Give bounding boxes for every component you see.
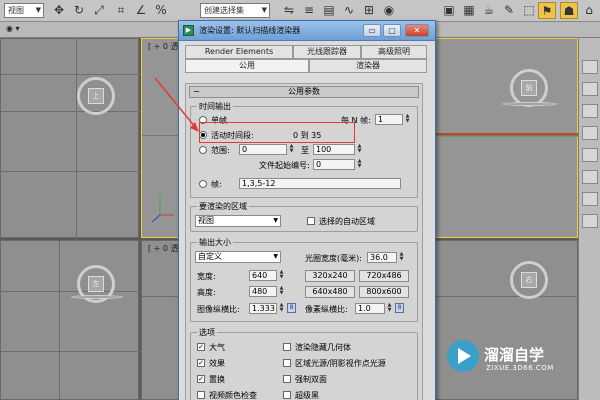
super-black-label: 超级黑 <box>295 391 319 400</box>
tab-renderer[interactable]: 渲染器 <box>309 59 427 73</box>
annotation-highlight-box <box>199 122 355 143</box>
watermark-logo-icon <box>447 340 479 372</box>
range-from-input[interactable]: 0 <box>239 144 287 155</box>
file-start-input[interactable]: 0 <box>313 159 355 170</box>
spinner-icon[interactable]: ▲ ▼ <box>278 270 285 281</box>
output-size-value: 自定义 <box>198 252 222 261</box>
spinner-icon[interactable]: ▲ ▼ <box>356 159 363 170</box>
tab-render-elements[interactable]: Render Elements <box>185 45 293 59</box>
app-icon: ▶ <box>183 25 194 36</box>
watermark-url: ZIXUE.3D66.COM <box>486 364 554 372</box>
area-to-render-value: 视图 <box>198 216 214 225</box>
dialog-title: 渲染设置: 默认扫描线渲染器 <box>199 26 301 35</box>
force-two-sided-label: 强制双面 <box>295 375 327 384</box>
spinner-icon[interactable]: ▲ ▼ <box>278 286 285 297</box>
create-icon[interactable] <box>582 60 598 74</box>
spinner-icon[interactable]: ▲ ▼ <box>356 144 363 155</box>
auto-region-label: 选择的自动区域 <box>319 217 375 226</box>
group-title: 输出大小 <box>197 237 233 248</box>
group-title: 时间输出 <box>197 101 233 112</box>
aperture-label: 光圈宽度(毫米): <box>305 254 362 263</box>
area-to-render-select[interactable]: 视图 ▼ <box>195 215 281 227</box>
spinner-icon[interactable]: ▲ ▼ <box>398 252 405 263</box>
spinner-icon[interactable]: ▲ ▼ <box>278 303 285 314</box>
area-to-render-group: 要渲染的区域 视图 ▼ 选择的自动区域 <box>190 201 418 232</box>
rollout-title: 公用参数 <box>288 87 320 96</box>
aperture-input[interactable]: 36.0 <box>367 252 397 263</box>
preset-720x486-button[interactable]: 720x486 <box>359 270 409 282</box>
auto-region-checkbox[interactable] <box>307 217 315 225</box>
effects-label: 效果 <box>209 359 225 368</box>
range-to-label: 至 <box>301 146 309 155</box>
minimize-button[interactable]: ▭ <box>363 24 381 37</box>
time-output-group: 时间输出 单帧 每 N 帧: 1 ▲ ▼ 活动时间段: 0 到 35 范围: 0 … <box>190 101 418 198</box>
frames-input[interactable]: 1,3,5-12 <box>239 178 401 189</box>
maximize-button[interactable]: ▢ <box>383 24 401 37</box>
hierarchy-icon[interactable] <box>582 104 598 118</box>
area-lights-label: 区域光源/阴影视作点光源 <box>295 359 386 368</box>
pixel-aspect-label: 像素纵横比: <box>305 305 348 314</box>
chevron-down-icon: ▼ <box>273 253 278 260</box>
range-label: 范围: <box>211 146 230 155</box>
pixel-aspect-input[interactable]: 1.0 <box>355 303 385 314</box>
close-button[interactable]: ✕ <box>405 24 429 37</box>
utilities-icon[interactable] <box>582 170 598 184</box>
group-title: 选项 <box>197 327 217 338</box>
rollout-common-parameters[interactable]: − 公用参数 <box>189 86 419 98</box>
tab-raytracer[interactable]: 光线跟踪器 <box>293 45 361 59</box>
spinner-icon[interactable]: ▲ ▼ <box>404 114 411 125</box>
effects-checkbox[interactable]: ✓ <box>197 359 205 367</box>
preset-640x480-button[interactable]: 640x480 <box>305 286 355 298</box>
render-hidden-checkbox[interactable] <box>283 343 291 351</box>
dialog-titlebar[interactable]: ▶ 渲染设置: 默认扫描线渲染器 ▭ ▢ ✕ <box>179 21 435 41</box>
frames-radio[interactable] <box>199 180 207 188</box>
height-label: 高度: <box>197 288 216 297</box>
output-size-group: 输出大小 自定义 ▼ 光圈宽度(毫米): 36.0 ▲ ▼ 宽度: 640 ▲ ▼ … <box>190 237 418 322</box>
file-start-label: 文件起始编号: <box>259 161 310 170</box>
width-label: 宽度: <box>197 272 216 281</box>
preset-320x240-button[interactable]: 320x240 <box>305 270 355 282</box>
options-group: 选项 ✓ 大气 ✓ 效果 ✓ 置换 视频颜色检查 渲染隐藏几何体 区域光源/阴影… <box>190 327 418 400</box>
chevron-down-icon: ▼ <box>273 217 278 224</box>
displacement-checkbox[interactable]: ✓ <box>197 375 205 383</box>
display-icon[interactable] <box>582 148 598 162</box>
range-to-input[interactable]: 100 <box>313 144 355 155</box>
super-black-checkbox[interactable] <box>283 391 291 399</box>
motion-icon[interactable] <box>582 126 598 140</box>
range-radio[interactable] <box>199 146 207 154</box>
height-input[interactable]: 480 <box>249 286 277 297</box>
spinner-icon[interactable]: ▲ ▼ <box>288 144 295 155</box>
render-setup-dialog: ▶ 渲染设置: 默认扫描线渲染器 ▭ ▢ ✕ Render Elements 光… <box>178 20 436 400</box>
frames-label: 帧: <box>211 180 222 189</box>
displacement-label: 置换 <box>209 375 225 384</box>
area-lights-checkbox[interactable] <box>283 359 291 367</box>
lock-icon[interactable]: 8 <box>395 303 404 313</box>
tab-advanced-lighting[interactable]: 高级照明 <box>361 45 427 59</box>
panel-button-icon[interactable] <box>582 192 598 206</box>
axis-tripod-z <box>151 214 161 223</box>
atmospherics-label: 大气 <box>209 343 225 352</box>
lock-icon[interactable]: 8 <box>287 303 296 313</box>
modify-icon[interactable] <box>582 82 598 96</box>
atmospherics-checkbox[interactable]: ✓ <box>197 343 205 351</box>
spinner-icon[interactable]: ▲ ▼ <box>386 303 393 314</box>
width-input[interactable]: 640 <box>249 270 277 281</box>
group-title: 要渲染的区域 <box>197 201 249 212</box>
command-panel <box>578 38 600 400</box>
preset-800x600-button[interactable]: 800x600 <box>359 286 409 298</box>
output-size-select[interactable]: 自定义 ▼ <box>195 251 281 263</box>
video-color-check-checkbox[interactable] <box>197 391 205 399</box>
every-nth-input[interactable]: 1 <box>375 114 403 125</box>
video-color-check-label: 视频颜色检查 <box>209 391 257 400</box>
watermark-name: 溜溜自学 <box>484 346 545 364</box>
image-aspect-label: 图像纵横比: <box>197 305 240 314</box>
tab-common[interactable]: 公用 <box>185 59 309 73</box>
force-two-sided-checkbox[interactable] <box>283 375 291 383</box>
render-hidden-label: 渲染隐藏几何体 <box>295 343 351 352</box>
panel-button-icon[interactable] <box>582 214 598 228</box>
image-aspect-input[interactable]: 1.333 <box>249 303 277 314</box>
